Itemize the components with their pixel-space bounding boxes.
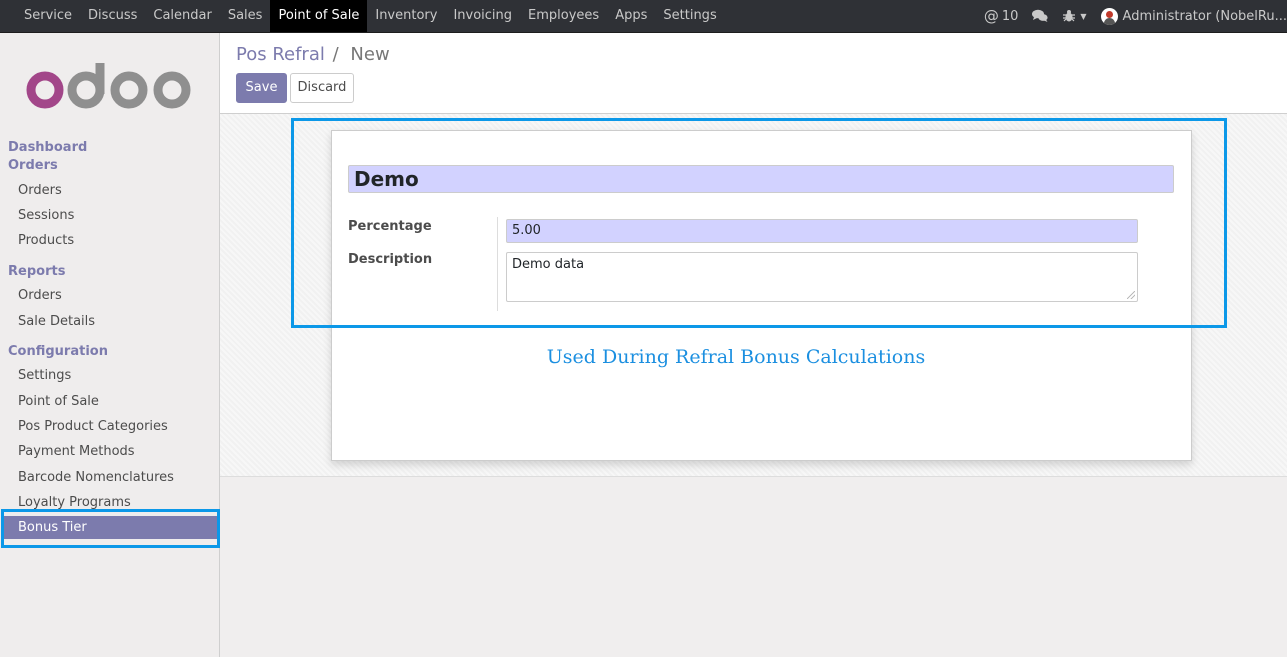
- name-field[interactable]: Demo: [348, 165, 1174, 193]
- menu-apps[interactable]: Apps: [607, 0, 655, 32]
- save-button[interactable]: Save: [236, 73, 287, 103]
- sidebar-item-sessions[interactable]: Sessions: [18, 208, 74, 223]
- chat-icon: [1032, 9, 1048, 22]
- messages-count: 10: [1001, 8, 1019, 24]
- sidebar-item-point-of-sale[interactable]: Point of Sale: [18, 394, 99, 409]
- sidebar-section-reports[interactable]: Reports: [8, 264, 65, 279]
- sidebar-item-report-orders[interactable]: Orders: [18, 288, 62, 303]
- breadcrumb-separator: /: [332, 44, 339, 65]
- menu-discuss[interactable]: Discuss: [80, 0, 145, 32]
- menu-employees[interactable]: Employees: [520, 0, 607, 32]
- menu-invoicing[interactable]: Invoicing: [445, 0, 520, 32]
- sidebar-item-orders[interactable]: Orders: [18, 183, 62, 198]
- menu-service[interactable]: Service: [16, 0, 80, 32]
- sidebar-section-orders[interactable]: Orders: [8, 158, 58, 173]
- menu-inventory[interactable]: Inventory: [367, 0, 445, 32]
- chat-button[interactable]: [1032, 9, 1048, 23]
- control-panel: Pos Refral / New Save Discard: [220, 33, 1287, 114]
- description-field[interactable]: Demo data: [506, 252, 1138, 302]
- bug-icon: [1063, 10, 1076, 22]
- user-name: Administrator (NobelRu...: [1122, 8, 1287, 24]
- caret-down-icon: ▼: [1080, 11, 1087, 21]
- menu-calendar[interactable]: Calendar: [145, 0, 219, 32]
- sidebar-item-barcode-nomenclatures[interactable]: Barcode Nomenclatures: [18, 470, 174, 485]
- activity-button[interactable]: @ 10: [984, 7, 1019, 25]
- description-text: Demo data: [512, 257, 585, 272]
- annotation-text: Used During Refral Bonus Calculations: [546, 346, 926, 368]
- label-separator: [497, 217, 498, 311]
- breadcrumb-current: New: [350, 44, 390, 65]
- systray: @ 10 ▼ Administrator (NobelRu...: [984, 0, 1287, 32]
- app-menu: Service Discuss Calendar Sales Point of …: [16, 0, 725, 32]
- sidebar: Dashboard Orders Orders Sessions Product…: [0, 33, 220, 657]
- percentage-label: Percentage: [348, 219, 432, 234]
- form-view: Demo Percentage Description 5.00 Demo da…: [220, 114, 1287, 477]
- bonus-tier-highlight-box: [1, 509, 220, 548]
- sidebar-section-configuration[interactable]: Configuration: [8, 344, 108, 359]
- odoo-logo: [26, 63, 191, 109]
- resize-handle-icon[interactable]: [1127, 291, 1135, 299]
- sidebar-item-settings[interactable]: Settings: [18, 368, 71, 383]
- menu-point-of-sale[interactable]: Point of Sale: [270, 0, 368, 32]
- discard-button[interactable]: Discard: [290, 73, 354, 103]
- sidebar-dashboard[interactable]: Dashboard: [8, 140, 87, 155]
- breadcrumb-parent[interactable]: Pos Refral: [236, 44, 325, 65]
- percentage-field[interactable]: 5.00: [506, 219, 1138, 243]
- menu-settings[interactable]: Settings: [655, 0, 724, 32]
- sidebar-item-loyalty-programs[interactable]: Loyalty Programs: [18, 495, 131, 510]
- sidebar-item-sale-details[interactable]: Sale Details: [18, 314, 95, 329]
- at-icon: @: [983, 7, 999, 25]
- debug-menu-button[interactable]: ▼: [1062, 9, 1087, 23]
- top-navbar: Service Discuss Calendar Sales Point of …: [0, 0, 1287, 33]
- user-menu[interactable]: Administrator (NobelRu...: [1100, 7, 1287, 25]
- form-sheet: Demo Percentage Description 5.00 Demo da…: [331, 130, 1192, 461]
- sidebar-item-pos-product-categories[interactable]: Pos Product Categories: [18, 419, 168, 434]
- sidebar-item-payment-methods[interactable]: Payment Methods: [18, 444, 135, 459]
- avatar: [1100, 7, 1118, 25]
- breadcrumb: Pos Refral / New: [236, 44, 390, 65]
- menu-sales[interactable]: Sales: [220, 0, 271, 32]
- sidebar-item-products[interactable]: Products: [18, 233, 74, 248]
- description-label: Description: [348, 252, 433, 267]
